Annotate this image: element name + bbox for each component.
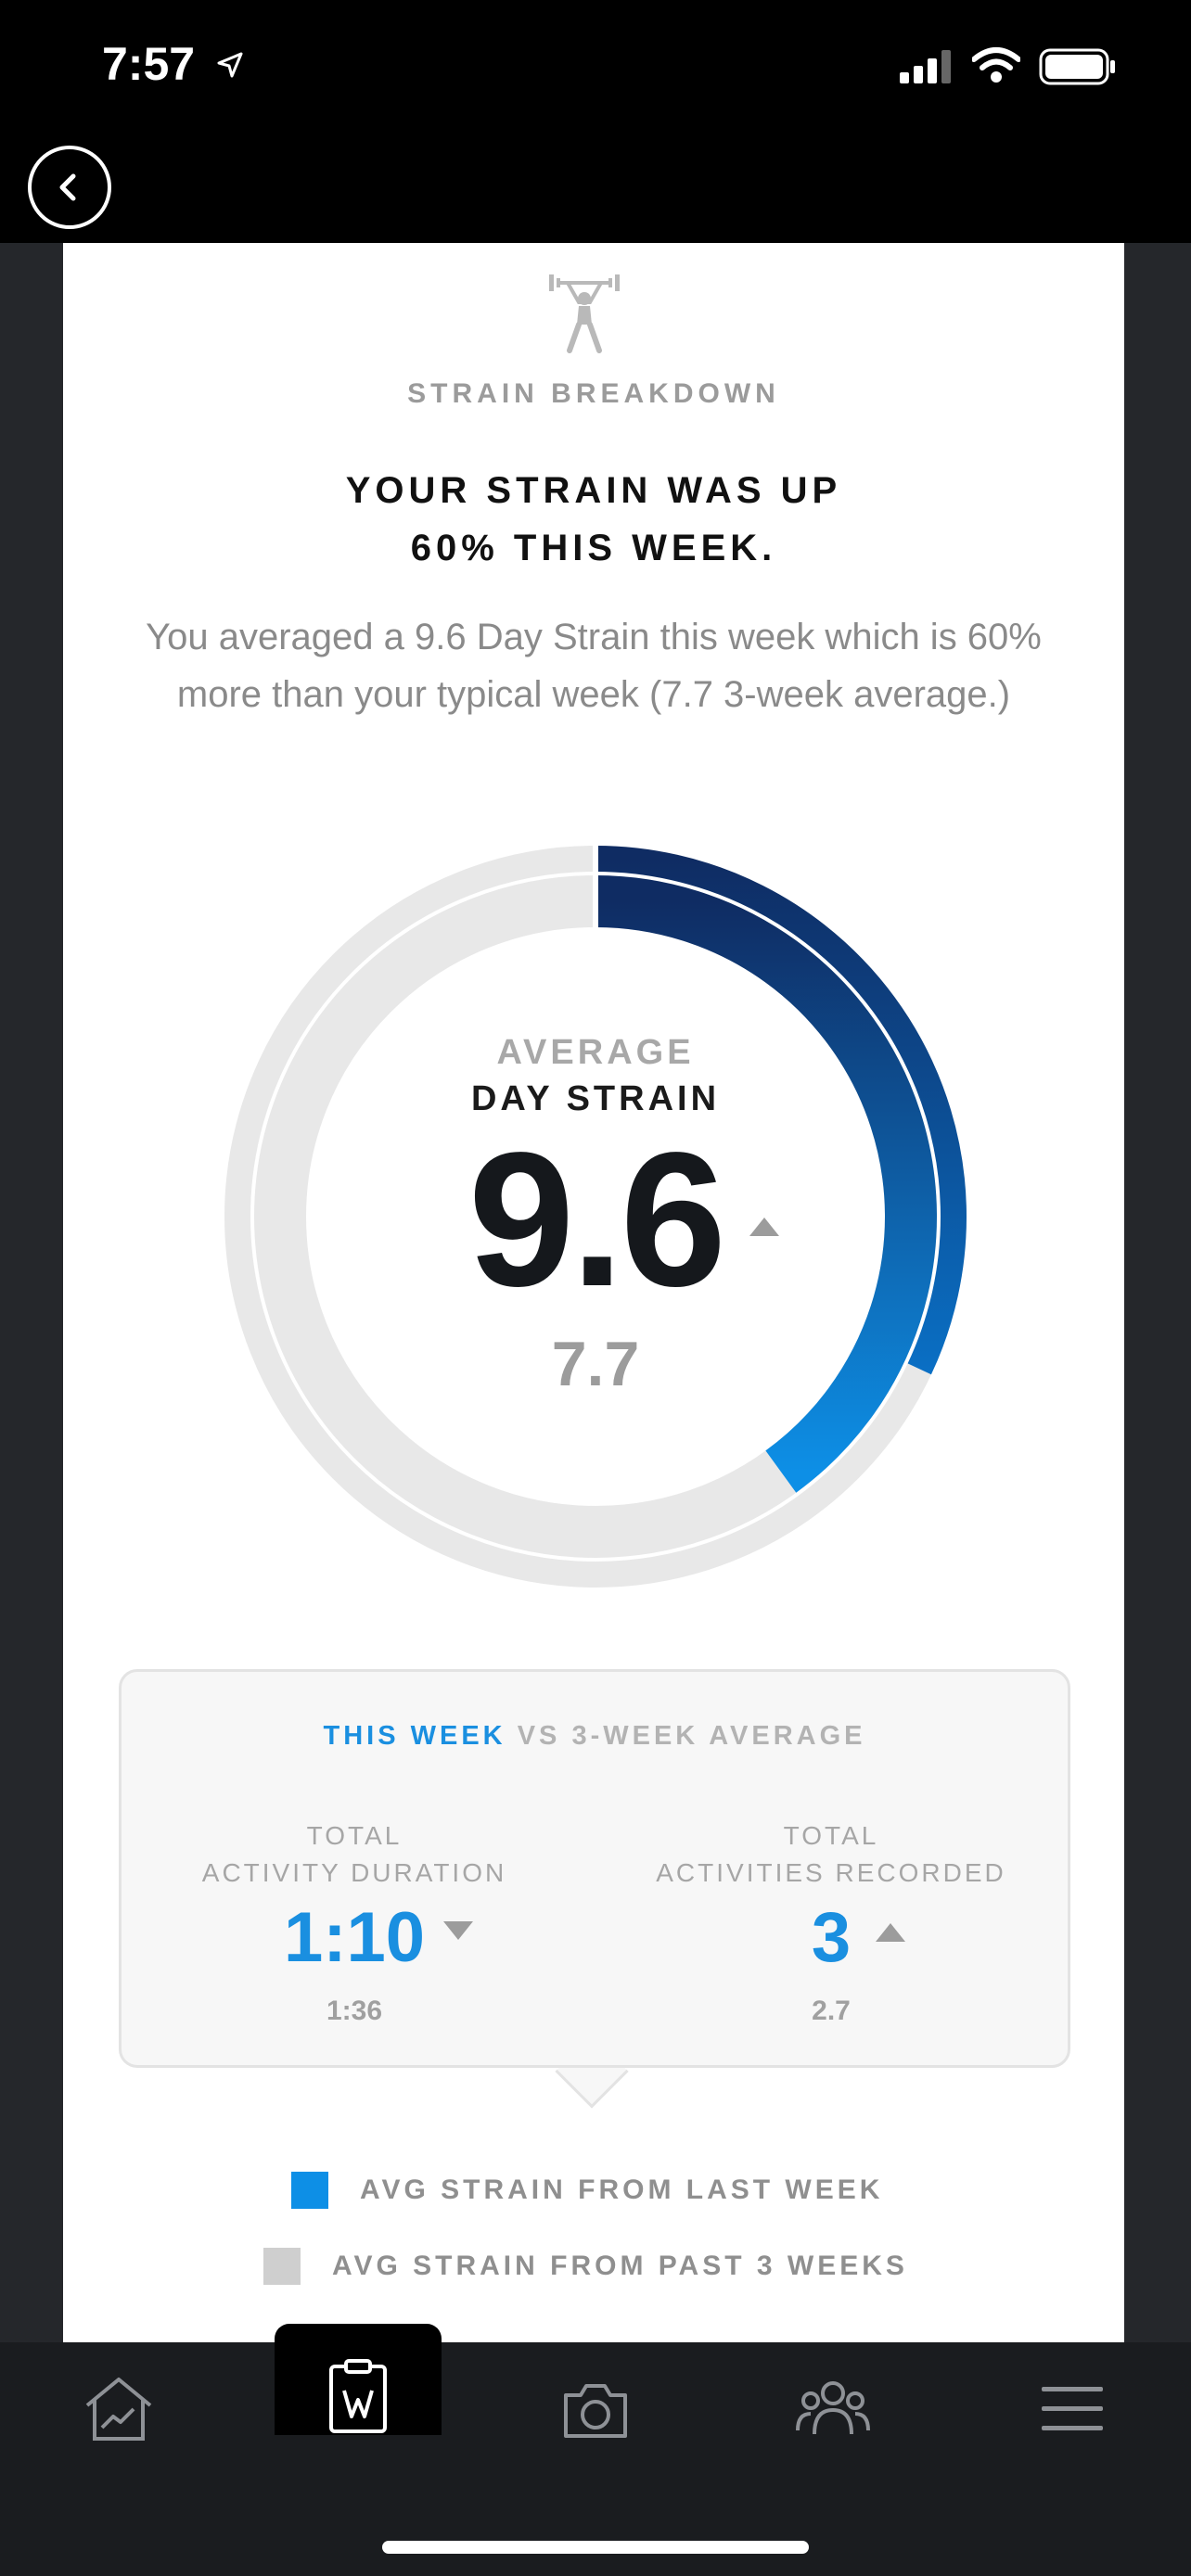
stat-label-1: TOTAL bbox=[306, 1821, 403, 1850]
trend-down-icon bbox=[443, 1921, 473, 1940]
cellular-signal-icon bbox=[900, 50, 951, 83]
header-this-week: THIS WEEK bbox=[323, 1721, 506, 1751]
activity-duration-baseline: 1:36 bbox=[326, 1996, 383, 2026]
legend-swatch bbox=[263, 2248, 301, 2285]
activities-recorded-value: 3 bbox=[811, 1898, 852, 1977]
tab-menu[interactable] bbox=[1033, 2370, 1111, 2448]
people-icon bbox=[796, 2381, 870, 2435]
legend-item-last-week: AVG STRAIN FROM LAST WEEK bbox=[291, 2172, 883, 2209]
headline-line-1: YOUR STRAIN WAS UP bbox=[345, 470, 842, 511]
location-arrow-icon bbox=[217, 52, 243, 78]
tab-camera[interactable] bbox=[557, 2372, 634, 2450]
tab-community[interactable] bbox=[794, 2370, 872, 2448]
next-card-edge bbox=[1124, 243, 1191, 2342]
trend-up-icon bbox=[876, 1923, 905, 1942]
activities-recorded-baseline: 2.7 bbox=[812, 1996, 851, 2026]
tab-home[interactable] bbox=[80, 2370, 158, 2448]
trend-up-icon bbox=[749, 1218, 779, 1236]
back-button[interactable] bbox=[28, 146, 111, 229]
camera-icon bbox=[564, 2384, 627, 2438]
section-label: STRAIN BREAKDOWN bbox=[407, 378, 780, 409]
nav-bar bbox=[0, 139, 1191, 243]
weightlifting-icon bbox=[549, 274, 620, 353]
chevron-left-icon bbox=[59, 173, 76, 201]
description-text: You averaged a 9.6 Day Strain this week … bbox=[146, 617, 1042, 715]
stat-label-2: ACTIVITY DURATION bbox=[201, 1858, 507, 1887]
header-vs-average: VS 3-WEEK AVERAGE bbox=[517, 1721, 866, 1751]
wifi-icon bbox=[972, 47, 1020, 83]
comparison-header: THIS WEEK VS 3-WEEK AVERAGE bbox=[119, 1721, 1070, 1752]
baseline-strain-value: 7.7 bbox=[551, 1329, 640, 1399]
tab-journal[interactable] bbox=[319, 2357, 397, 2435]
legend-label: AVG STRAIN FROM LAST WEEK bbox=[360, 2174, 884, 2205]
legend-swatch bbox=[291, 2172, 328, 2209]
gauge-label: AVERAGE DAY STRAIN bbox=[224, 1029, 967, 1122]
status-time: 7:57 bbox=[102, 38, 196, 90]
previous-card-edge bbox=[0, 243, 63, 2342]
home-chart-icon bbox=[85, 2378, 152, 2441]
headline: YOUR STRAIN WAS UP 60% THIS WEEK. bbox=[63, 462, 1124, 577]
stat-label-2: ACTIVITIES RECORDED bbox=[656, 1858, 1006, 1887]
clipboard-icon bbox=[329, 2359, 387, 2433]
status-bar: 7:57 bbox=[0, 0, 1191, 139]
gauge-label-average: AVERAGE bbox=[496, 1033, 695, 1072]
activity-duration-stat: TOTAL ACTIVITY DURATION 1:10 1:36 bbox=[141, 1817, 568, 2027]
home-indicator bbox=[382, 2541, 809, 2554]
average-strain-value: 9.6 bbox=[467, 1113, 726, 1326]
hamburger-icon bbox=[1042, 2387, 1103, 2430]
legend-item-past-3-weeks: AVG STRAIN FROM PAST 3 WEEKS bbox=[263, 2248, 908, 2285]
legend-label: AVG STRAIN FROM PAST 3 WEEKS bbox=[332, 2251, 908, 2281]
battery-icon bbox=[1039, 48, 1115, 85]
activity-duration-value: 1:10 bbox=[283, 1898, 426, 1977]
headline-line-2: 60% THIS WEEK. bbox=[410, 528, 777, 568]
activities-recorded-stat: TOTAL ACTIVITIES RECORDED 3 2.7 bbox=[618, 1817, 1044, 2027]
stat-label-1: TOTAL bbox=[783, 1821, 879, 1850]
